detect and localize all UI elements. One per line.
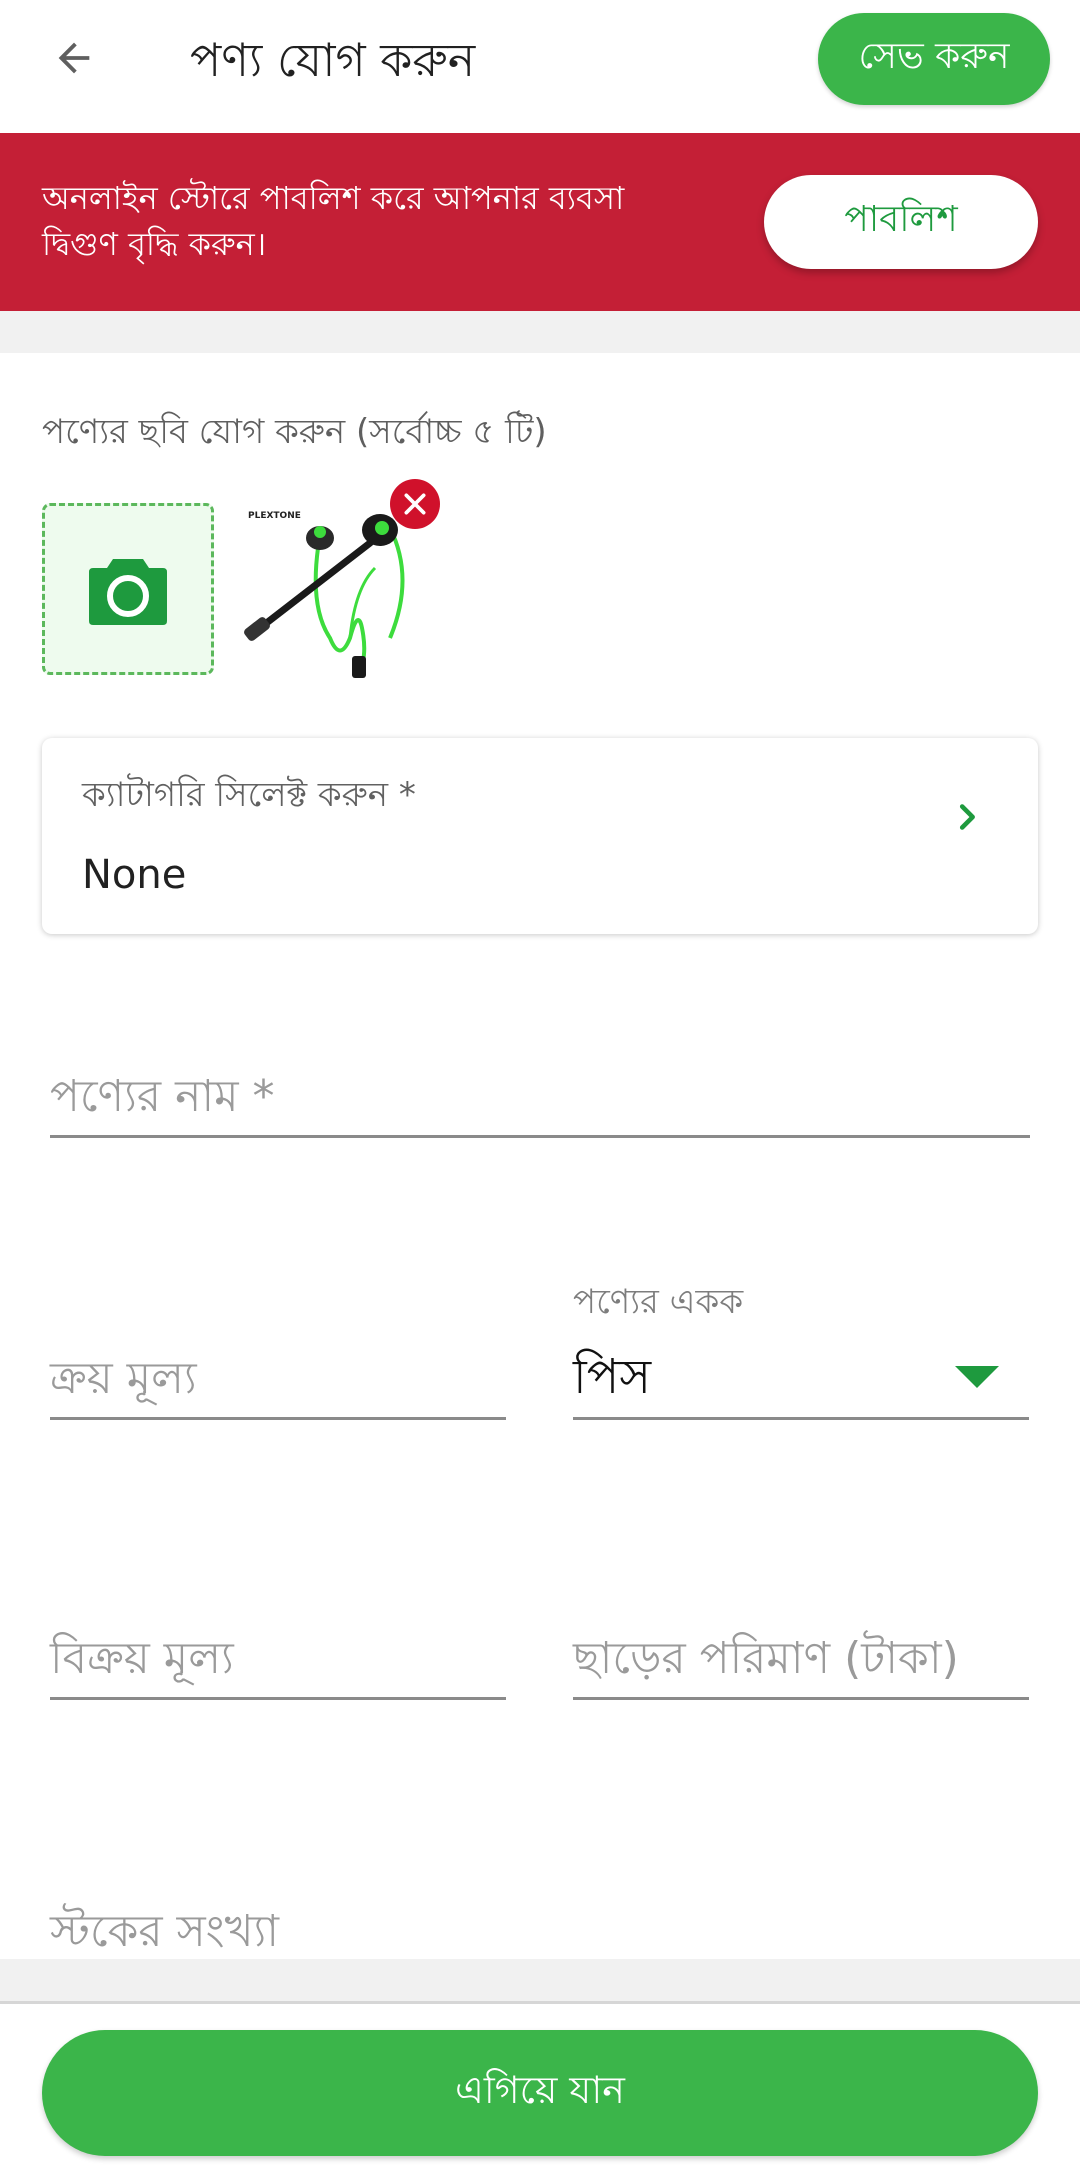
app-bar: পণ্য যোগ করুন সেভ করুন [0, 0, 1080, 133]
discount-input[interactable]: ছাড়ের পরিমাণ (টাকা) [573, 1610, 1029, 1700]
add-photo-button[interactable] [42, 503, 214, 675]
unit-dropdown[interactable]: পিস [573, 1330, 1029, 1420]
stock-placeholder: স্টকের সংখ্যা [50, 1906, 280, 1957]
sell-price-input[interactable]: বিক্রয় মূল্য [50, 1610, 506, 1700]
chevron-right-icon [959, 804, 975, 830]
section-divider [0, 311, 1080, 353]
category-selector[interactable]: ক্যাটাগরি সিলেক্ট করুন * None [42, 738, 1038, 934]
dropdown-arrow-icon [955, 1366, 999, 1388]
unit-value: পিস [573, 1349, 652, 1405]
remove-image-button[interactable] [390, 479, 440, 529]
product-images-label: পণ্যের ছবি যোগ করুন (সর্বোচ্চ ৫ টি) [42, 412, 547, 452]
unit-label: পণ্যের একক [573, 1282, 744, 1322]
bottom-divider [0, 1959, 1080, 2001]
stock-input[interactable]: স্টকের সংখ্যা [50, 1880, 506, 1960]
arrow-left-icon [58, 42, 90, 74]
save-button[interactable]: সেভ করুন [818, 13, 1050, 105]
buy-price-input[interactable]: ক্রয় মূল্য [50, 1330, 506, 1420]
page-title: পণ্য যোগ করুন [190, 33, 476, 87]
banner-text: অনলাইন স্টোরে পাবলিশ করে আপনার ব্যবসা দ্… [42, 179, 625, 263]
category-value: None [82, 852, 187, 898]
back-button[interactable] [40, 24, 108, 92]
publish-button[interactable]: পাবলিশ [764, 175, 1038, 269]
buy-price-placeholder: ক্রয় মূল্য [50, 1353, 197, 1404]
product-name-placeholder: পণ্যের নাম * [50, 1071, 275, 1122]
product-name-input[interactable]: পণ্যের নাম * [50, 1050, 1030, 1138]
discount-placeholder: ছাড়ের পরিমাণ (টাকা) [573, 1633, 959, 1684]
sell-price-placeholder: বিক্রয় মূল্য [50, 1633, 234, 1684]
next-button[interactable]: এগিয়ে যান [42, 2030, 1038, 2156]
thumbnail-brand: PLEXTONE [248, 511, 301, 521]
category-label: ক্যাটাগরি সিলেক্ট করুন * [82, 775, 416, 815]
close-icon [404, 493, 426, 515]
publish-banner: অনলাইন স্টোরে পাবলিশ করে আপনার ব্যবসা দ্… [0, 133, 1080, 311]
camera-icon [89, 559, 167, 625]
